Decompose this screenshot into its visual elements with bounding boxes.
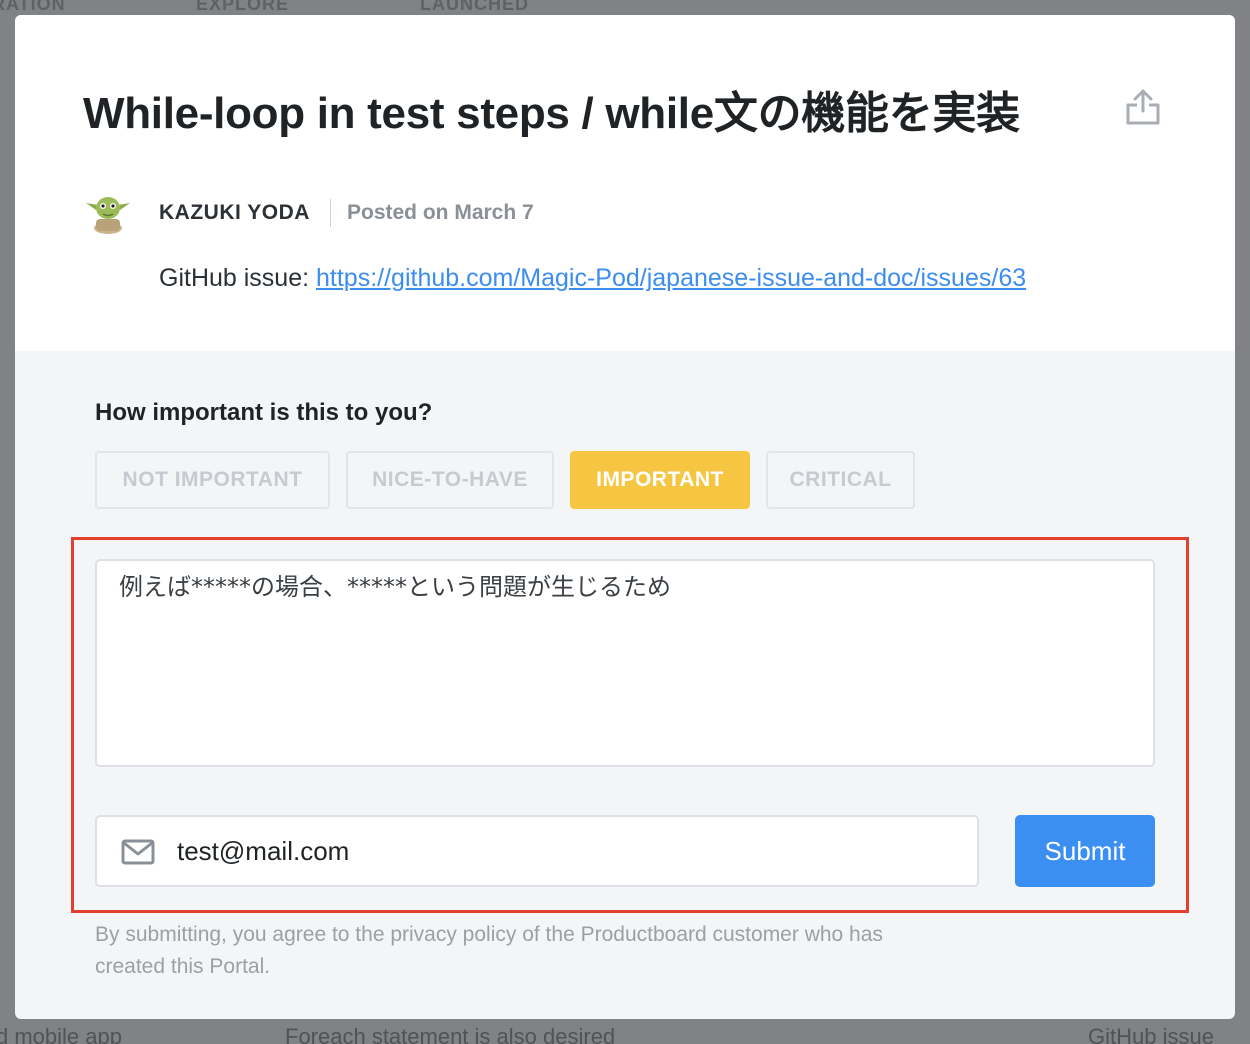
background-card-text: GitHub issue	[1088, 1024, 1214, 1044]
posted-date: Posted on March 7	[347, 201, 534, 224]
share-icon	[1126, 89, 1160, 125]
author-avatar	[82, 191, 134, 235]
mail-icon	[121, 839, 155, 865]
github-issue-link[interactable]: https://github.com/Magic-Pod/japanese-is…	[316, 264, 1026, 292]
email-input[interactable]	[177, 817, 957, 885]
background-tab-explore: EXPLORE	[196, 0, 290, 14]
option-not-important-button[interactable]: NOT IMPORTANT	[95, 451, 330, 509]
email-field[interactable]	[95, 815, 979, 887]
background-tab-launched: LAUNCHED	[420, 0, 529, 14]
submit-button[interactable]: Submit	[1015, 815, 1155, 887]
author-name: KAZUKI YODA	[159, 201, 310, 224]
privacy-disclaimer: By submitting, you agree to the privacy …	[95, 923, 883, 978]
post-description: GitHub issue: https://github.com/Magic-P…	[159, 264, 1026, 293]
option-nice-to-have-button[interactable]: NICE-TO-HAVE	[346, 451, 554, 509]
meta-divider	[330, 199, 331, 227]
option-critical-button[interactable]: CRITICAL	[766, 451, 915, 509]
feature-detail-modal: While-loop in test steps / while文の機能を実装	[15, 15, 1235, 1019]
yoda-avatar-icon	[86, 197, 130, 234]
share-button[interactable]	[1123, 87, 1163, 127]
importance-question: How important is this to you?	[95, 399, 433, 426]
background-card-text: d mobile app	[0, 1024, 122, 1044]
option-important-button[interactable]: IMPORTANT	[570, 451, 750, 509]
background-card-text: Foreach statement is also desired	[285, 1024, 616, 1044]
comment-textarea[interactable]: 例えば*****の場合、*****という問題が生じるため	[95, 559, 1155, 767]
background-tab-integration: RATION	[0, 0, 66, 14]
post-header: While-loop in test steps / while文の機能を実装	[15, 15, 1235, 351]
background-tabs: RATION EXPLORE LAUNCHED	[0, 0, 1250, 14]
post-title: While-loop in test steps / while文の機能を実装	[83, 89, 1020, 138]
description-prefix: GitHub issue:	[159, 264, 317, 292]
